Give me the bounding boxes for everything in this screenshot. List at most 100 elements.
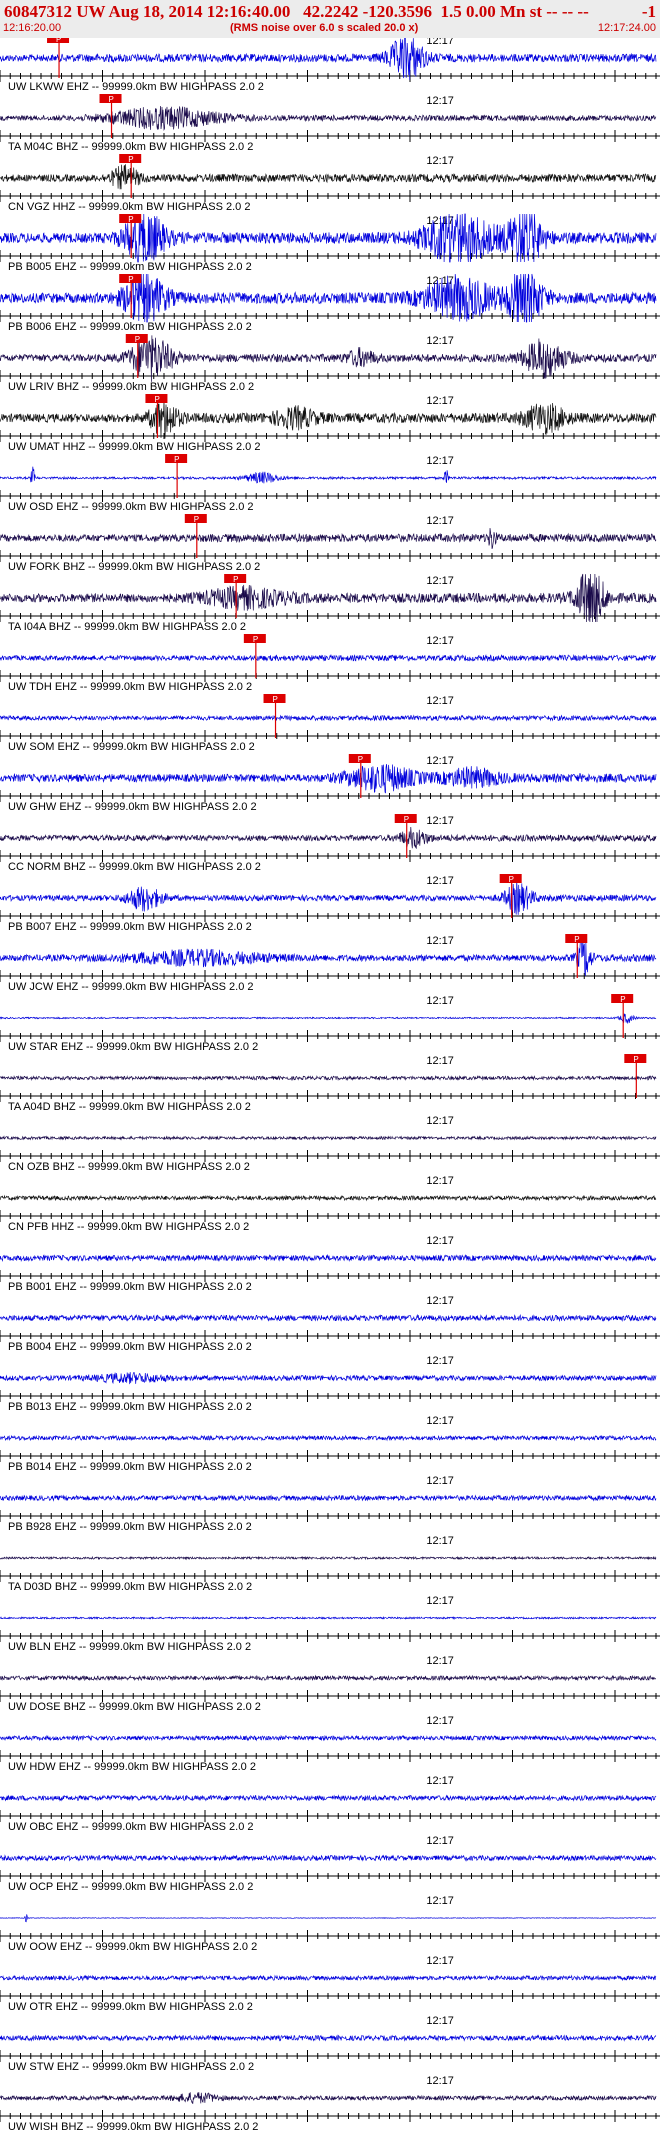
minute-tick-label: 12:17 <box>426 455 454 467</box>
channel-label: TA I04A BHZ -- 99999.0km BW HIGHPASS 2.0… <box>8 621 246 633</box>
waveform-trace <box>0 1616 657 1620</box>
channel-label: PB B014 EHZ -- 99999.0km BW HIGHPASS 2.0… <box>8 1461 252 1473</box>
pick-label: P <box>109 95 114 104</box>
pick-label: P <box>509 875 514 884</box>
minute-tick-label: 12:17 <box>426 2075 454 2087</box>
minute-tick-label: 12:17 <box>426 1835 454 1847</box>
minute-tick-label: 12:17 <box>426 635 454 647</box>
waveform-trace <box>0 1914 657 1923</box>
waveform-trace <box>0 1253 657 1263</box>
pick-label: P <box>174 455 179 464</box>
channel-label: UW BLN EHZ -- 99999.0km BW HIGHPASS 2.0 … <box>8 1641 251 1653</box>
channel-label: PB B013 EHZ -- 99999.0km BW HIGHPASS 2.0… <box>8 1401 252 1413</box>
minute-tick-label: 12:17 <box>426 1295 454 1307</box>
channel-label: UW STAR EHZ -- 99999.0km BW HIGHPASS 2.0… <box>8 1041 258 1053</box>
waveform-trace <box>0 466 657 484</box>
waveform-trace <box>0 1194 657 1202</box>
minute-tick-label: 12:17 <box>426 155 454 167</box>
channel-label: UW UMAT HHZ -- 99999.0km BW HIGHPASS 2.0… <box>8 441 260 453</box>
record-header: 60847312 UW Aug 18, 2014 12:16:40.00 42.… <box>0 0 660 38</box>
event-title: 60847312 UW Aug 18, 2014 12:16:40.00 42.… <box>4 2 589 21</box>
pick-label: P <box>620 995 625 1004</box>
channel-label: UW STW EHZ -- 99999.0km BW HIGHPASS 2.0 … <box>8 2061 254 2073</box>
channel-label: PB B007 EHZ -- 99999.0km BW HIGHPASS 2.0… <box>8 921 252 933</box>
pick-label: P <box>574 935 579 944</box>
channel-label: UW OCP EHZ -- 99999.0km BW HIGHPASS 2.0 … <box>8 1881 253 1893</box>
minute-tick-label: 12:17 <box>426 1895 454 1907</box>
pick-label: P <box>128 215 133 224</box>
event-title-suffix: -1 <box>641 2 656 21</box>
channel-label: PB B004 EHZ -- 99999.0km BW HIGHPASS 2.0… <box>8 1341 252 1353</box>
channel-label: PB B001 EHZ -- 99999.0km BW HIGHPASS 2.0… <box>8 1281 252 1293</box>
pick-label: P <box>128 275 133 284</box>
channel-label: UW LRIV BHZ -- 99999.0km BW HIGHPASS 2.0… <box>8 381 254 393</box>
channel-label: UW GHW EHZ -- 99999.0km BW HIGHPASS 2.0 … <box>8 801 257 813</box>
waveform-trace <box>0 881 657 915</box>
waveform-trace <box>0 1372 657 1385</box>
waveform-trace <box>0 1555 657 1561</box>
waveform-trace <box>0 1794 657 1802</box>
pick-label: P <box>253 635 258 644</box>
channel-label: CN OZB BHZ -- 99999.0km BW HIGHPASS 2.0 … <box>8 1161 250 1173</box>
minute-tick-label: 12:17 <box>426 1655 454 1667</box>
minute-tick-label: 12:17 <box>426 695 454 707</box>
channel-label: UW HDW EHZ -- 99999.0km BW HIGHPASS 2.0 … <box>8 1761 256 1773</box>
waveform-trace <box>0 826 657 849</box>
channel-label: PB B928 EHZ -- 99999.0km BW HIGHPASS 2.0… <box>8 1521 252 1533</box>
channel-label: UW FORK BHZ -- 99999.0km BW HIGHPASS 2.0… <box>8 561 260 573</box>
waveform-trace <box>0 764 657 794</box>
waveform-trace <box>0 1074 657 1082</box>
channel-label: CC NORM BHZ -- 99999.0km BW HIGHPASS 2.0… <box>8 861 261 873</box>
waveform-trace <box>0 105 657 132</box>
waveform-trace <box>0 1313 657 1322</box>
minute-tick-label: 12:17 <box>426 755 454 767</box>
pick-label: P <box>404 815 409 824</box>
start-time: 12:16:20.00 <box>3 22 62 34</box>
waveform-trace <box>0 1854 657 1862</box>
waveform-trace <box>0 653 657 663</box>
channel-label: UW OOW EHZ -- 99999.0km BW HIGHPASS 2.0 … <box>8 1941 257 1953</box>
channel-label: UW OBC EHZ -- 99999.0km BW HIGHPASS 2.0 … <box>8 1821 254 1833</box>
minute-tick-label: 12:17 <box>426 1055 454 1067</box>
waveform-trace <box>0 1013 657 1024</box>
channel-label: CN PFB HHZ -- 99999.0km BW HIGHPASS 2.0 … <box>8 1221 249 1233</box>
minute-tick-label: 12:17 <box>426 1115 454 1127</box>
minute-tick-label: 12:17 <box>426 1475 454 1487</box>
pick-label: P <box>194 515 199 524</box>
minute-tick-label: 12:17 <box>426 1355 454 1367</box>
channel-label: CN VGZ HHZ -- 99999.0km BW HIGHPASS 2.0 … <box>8 201 250 213</box>
waveform-trace <box>0 1734 657 1742</box>
channel-label: UW WISH BHZ -- 99999.0km BW HIGHPASS 2.0… <box>8 2121 258 2133</box>
pick-label: P <box>633 1055 638 1064</box>
pick-label: P <box>154 395 159 404</box>
pick-label: P <box>128 155 133 164</box>
channel-label: PB B005 EHZ -- 99999.0km BW HIGHPASS 2.0… <box>8 261 252 273</box>
minute-tick-label: 12:17 <box>426 1955 454 1967</box>
minute-tick-label: 12:17 <box>426 2015 454 2027</box>
pick-label: P <box>358 755 363 764</box>
minute-tick-label: 12:17 <box>426 95 454 107</box>
channel-label: UW DOSE BHZ -- 99999.0km BW HIGHPASS 2.0… <box>8 1701 261 1713</box>
waveform-trace <box>0 1974 657 1982</box>
minute-tick-label: 12:17 <box>426 1535 454 1547</box>
channel-label: UW OTR EHZ -- 99999.0km BW HIGHPASS 2.0 … <box>8 2001 253 2013</box>
scaling-note: (RMS noise over 6.0 s scaled 20.0 x) <box>230 22 419 34</box>
minute-tick-label: 12:17 <box>426 995 454 1007</box>
waveform-trace <box>0 1674 657 1682</box>
minute-tick-label: 12:17 <box>426 1775 454 1787</box>
minute-tick-label: 12:17 <box>426 1175 454 1187</box>
minute-tick-label: 12:17 <box>426 395 454 407</box>
minute-tick-label: 12:17 <box>426 1715 454 1727</box>
waveform-trace <box>0 2034 657 2042</box>
minute-tick-label: 12:17 <box>426 815 454 827</box>
channel-label: TA M04C BHZ -- 99999.0km BW HIGHPASS 2.0… <box>8 141 253 153</box>
channel-label: UW SOM EHZ -- 99999.0km BW HIGHPASS 2.0 … <box>8 741 255 753</box>
seismogram-plot: 12:17 P UW LKWW EHZ -- 99999.0km BW HIGHPA… <box>0 38 660 2133</box>
minute-tick-label: 12:17 <box>426 515 454 527</box>
minute-tick-label: 12:17 <box>426 38 454 47</box>
waveform-trace <box>0 937 657 976</box>
waveform-trace <box>0 164 657 190</box>
waveform-trace <box>0 399 657 439</box>
minute-tick-label: 12:17 <box>426 275 454 287</box>
waveform-trace <box>0 714 657 722</box>
